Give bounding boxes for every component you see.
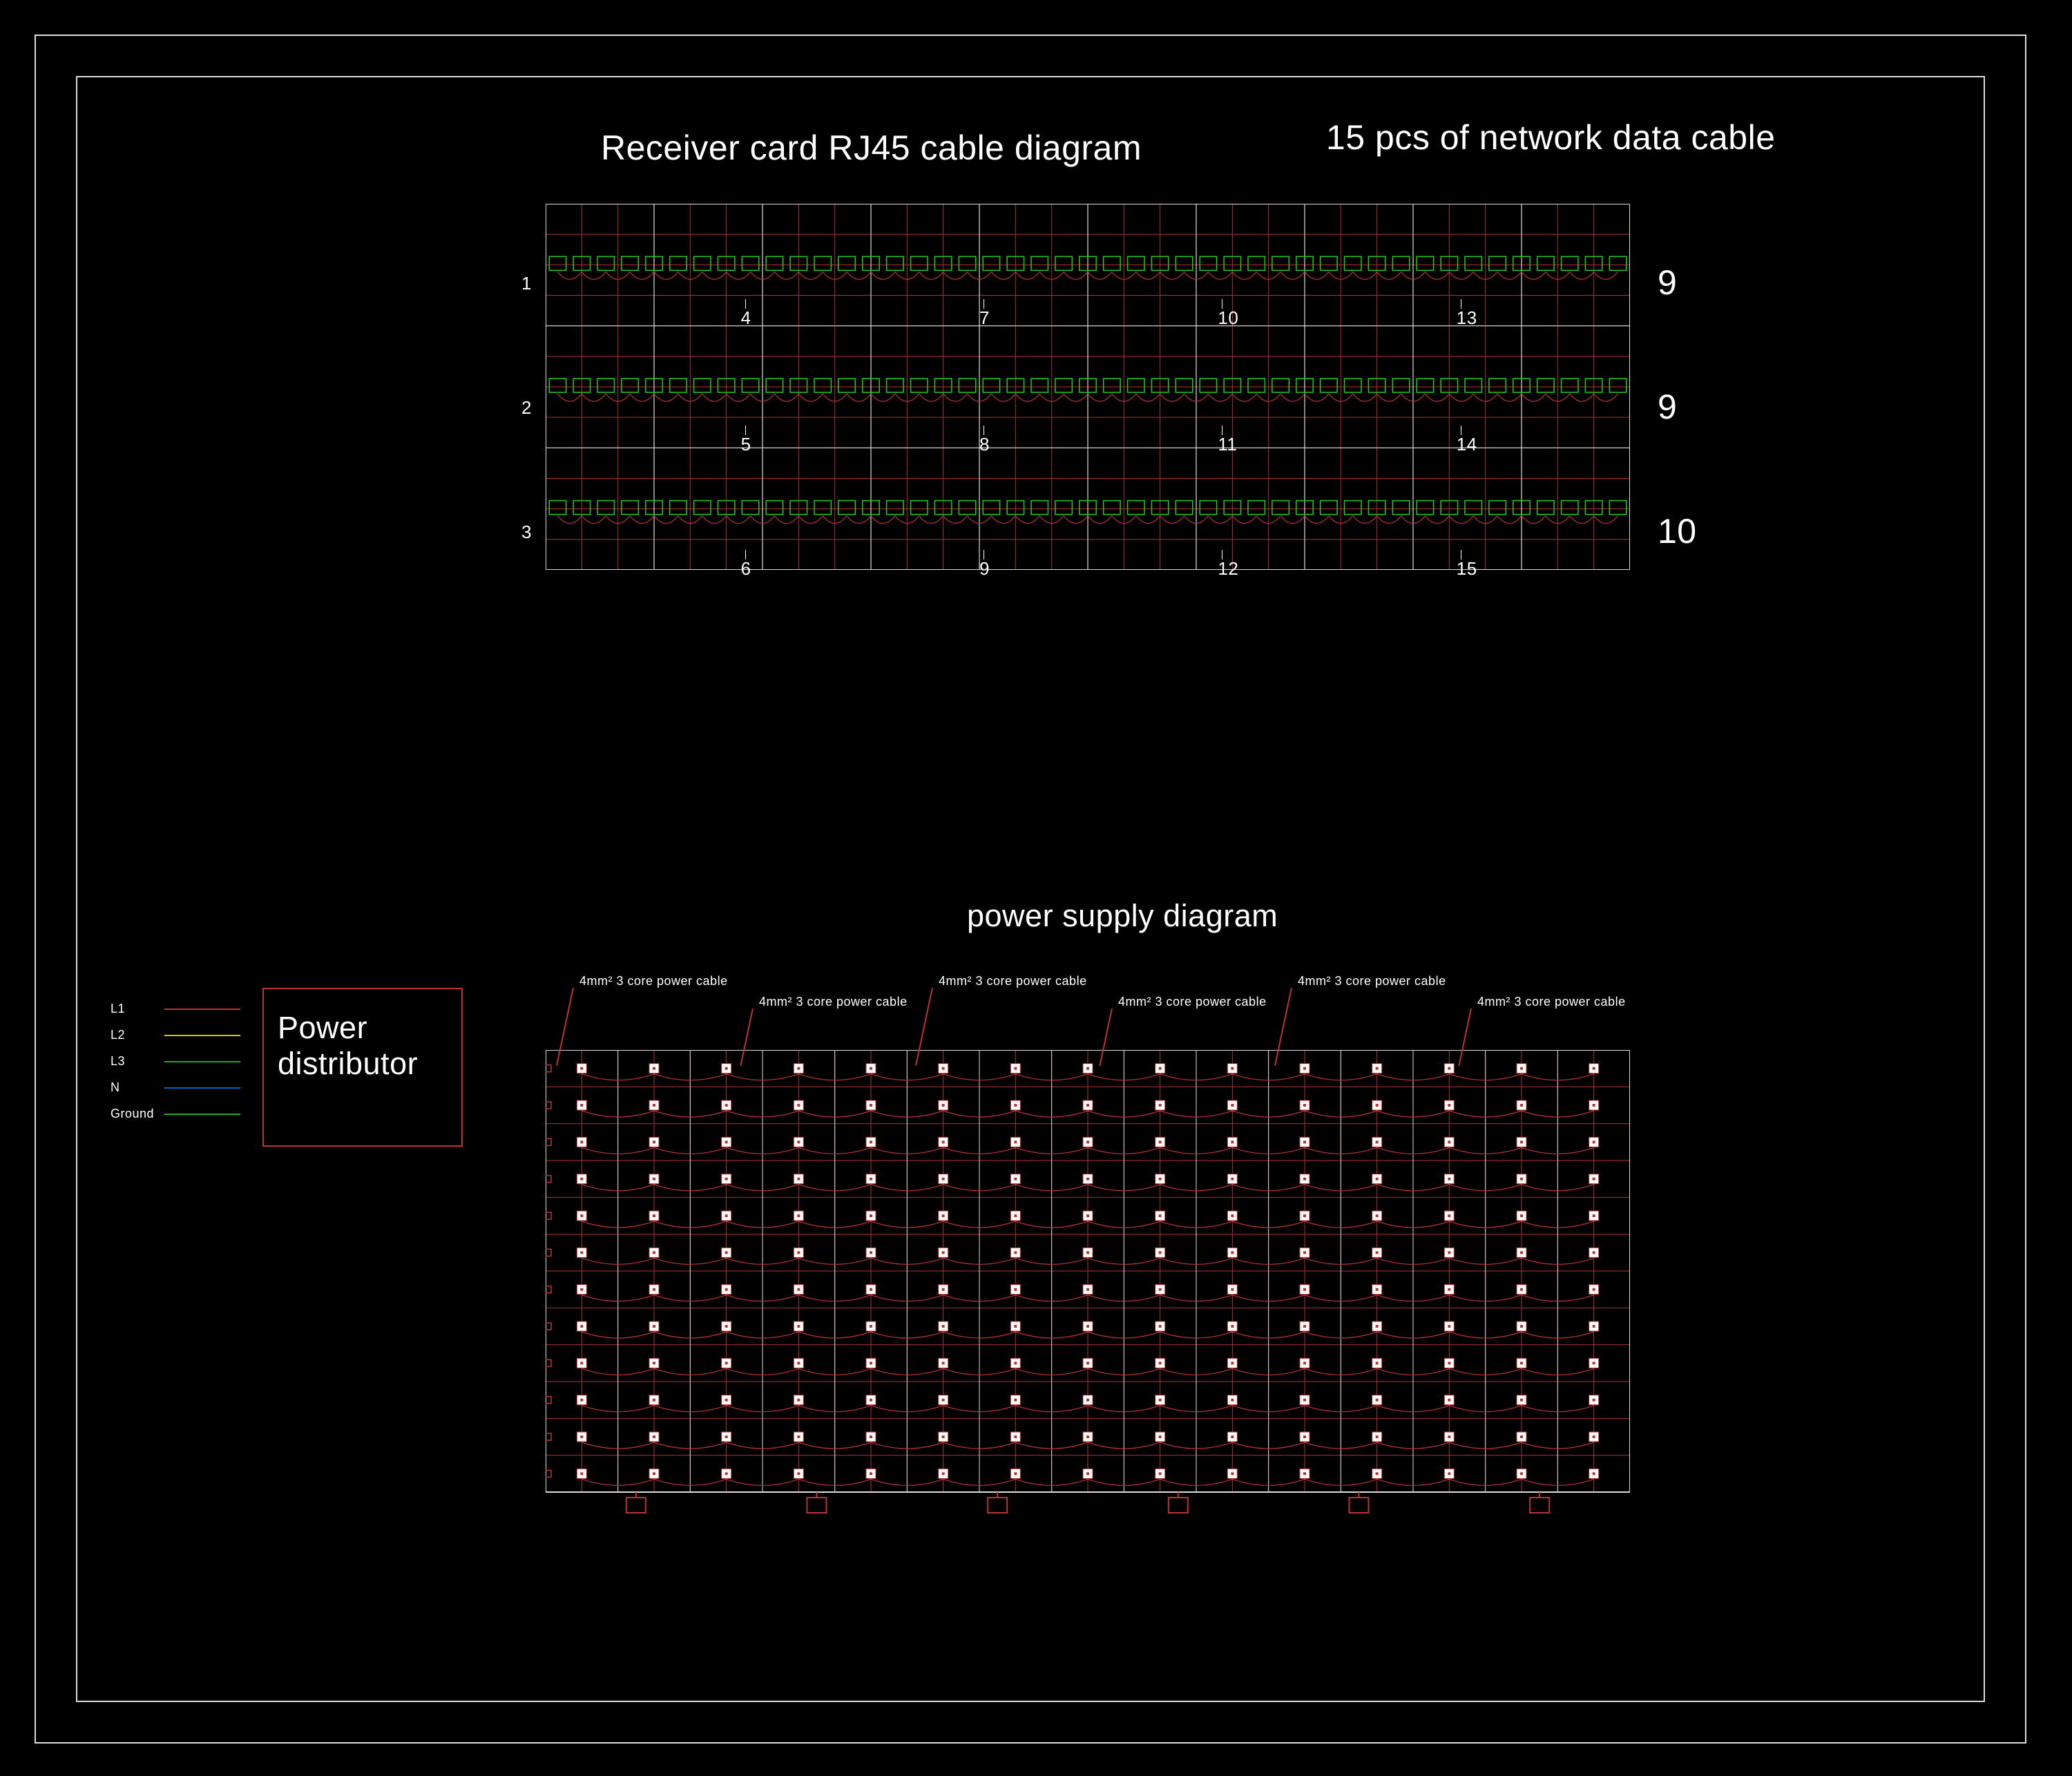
title-cable-count: 15 pcs of network data cable [1326, 117, 1776, 157]
power-legend: L1 L2 L3 N Ground [111, 1002, 240, 1133]
power-diagram [546, 1050, 1630, 1520]
legend-row: L1 [111, 1002, 240, 1028]
legend-label: L3 [111, 1054, 159, 1069]
rx-right-label-1: 9 [1658, 262, 1677, 303]
legend-line [164, 1009, 240, 1010]
rx-mid-num: 13 [1457, 307, 1477, 329]
rx-mid-num: 4 [741, 307, 751, 329]
cable-label: 4mm² 3 core power cable [1477, 995, 1626, 1009]
power-distributor-box: Power distributor [262, 988, 463, 1147]
rx-right-label-2: 9 [1658, 387, 1677, 427]
rx-row-label-3: 3 [504, 522, 532, 543]
legend-label: Ground [111, 1107, 159, 1121]
rx-mid-num: 15 [1457, 558, 1477, 580]
rx-mid-num: 5 [741, 434, 751, 455]
title-receiver: Receiver card RJ45 cable diagram [601, 128, 1142, 168]
legend-line [164, 1087, 240, 1089]
rx-mid-num: 6 [741, 558, 751, 580]
cable-label: 4mm² 3 core power cable [1298, 974, 1446, 989]
cable-label: 4mm² 3 core power cable [579, 974, 728, 989]
legend-line [164, 1061, 240, 1062]
title-power: power supply diagram [967, 898, 1278, 934]
legend-row: N [111, 1080, 240, 1107]
cable-label: 4mm² 3 core power cable [939, 974, 1087, 989]
rx-mid-num: 9 [979, 558, 990, 580]
rx-mid-num: 8 [979, 434, 990, 455]
rx-mid-num: 7 [979, 307, 990, 329]
rx-row-label-2: 2 [504, 397, 532, 419]
legend-label: L2 [111, 1028, 159, 1042]
legend-label: N [111, 1080, 159, 1095]
pd-label-2: distributor [278, 1046, 418, 1081]
rx-right-label-3: 10 [1658, 511, 1697, 551]
legend-label: L1 [111, 1002, 159, 1016]
rx-mid-num: 12 [1218, 558, 1238, 580]
rx-mid-num: 10 [1218, 307, 1238, 329]
rx-row-label-1: 1 [504, 273, 532, 294]
legend-row: Ground [111, 1107, 240, 1133]
legend-line [164, 1114, 240, 1115]
legend-row: L3 [111, 1054, 240, 1080]
rx-mid-num: 11 [1218, 434, 1237, 455]
legend-line [164, 1035, 240, 1036]
cable-label: 4mm² 3 core power cable [1118, 995, 1267, 1009]
rx-mid-num: 14 [1457, 434, 1477, 455]
cable-label: 4mm² 3 core power cable [759, 995, 908, 1009]
pd-label-1: Power [278, 1010, 367, 1045]
legend-row: L2 [111, 1028, 240, 1054]
receiver-diagram [546, 204, 1630, 570]
